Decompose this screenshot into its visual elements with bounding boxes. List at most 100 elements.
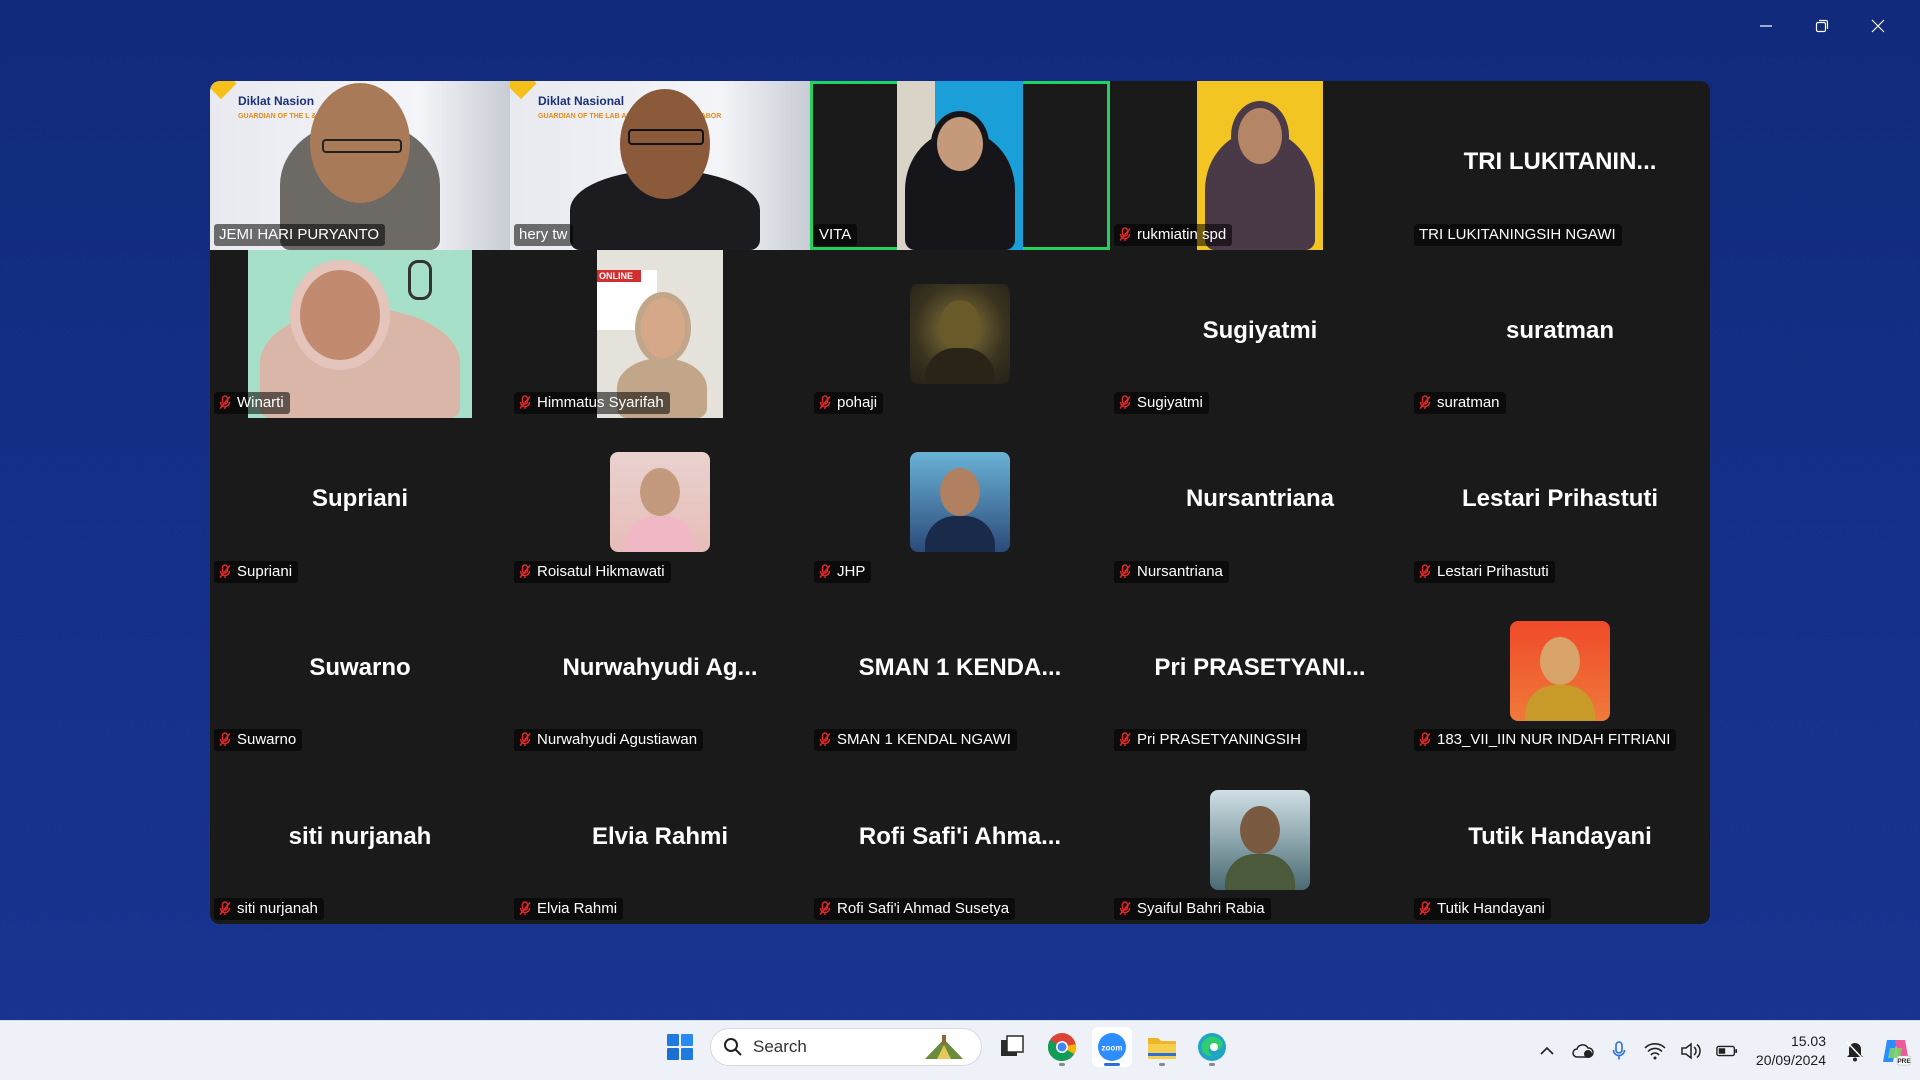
wifi-icon xyxy=(1644,1043,1666,1060)
participant-tile[interactable]: Winarti xyxy=(210,249,510,419)
participant-name-tag: siti nurjanah xyxy=(214,897,324,920)
close-button[interactable] xyxy=(1850,8,1906,44)
participant-name-tag: Sugiyatmi xyxy=(1114,392,1209,415)
microphone-muted-icon xyxy=(1419,395,1431,410)
file-explorer-button[interactable] xyxy=(1142,1027,1182,1067)
participant-name-tag: Supriani xyxy=(214,560,299,583)
participant-name-tag: rukmiatin spd xyxy=(1114,223,1233,246)
participant-tile[interactable]: 183_VII_IIN NUR INDAH FITRIANI xyxy=(1410,586,1710,756)
participant-tile[interactable]: ONLINE Himmatus Syarifah xyxy=(510,249,810,419)
chrome-button[interactable] xyxy=(1042,1027,1082,1067)
participant-name-tag: hery tw xyxy=(514,223,574,246)
participant-name: Roisatul Hikmawati xyxy=(537,562,665,580)
system-tray: 15.03 20/09/2024 PRE xyxy=(1536,1021,1912,1080)
participant-tile[interactable]: pohaji xyxy=(810,249,1110,419)
clock-time: 15.03 xyxy=(1790,1033,1826,1049)
participant-name-tag: VITA xyxy=(814,223,858,246)
microphone-muted-icon xyxy=(519,564,531,578)
window-controls xyxy=(1738,8,1906,44)
participant-display-name: Supriani xyxy=(311,485,408,513)
microphone-muted-icon xyxy=(519,732,531,747)
participant-tile[interactable]: Pri PRASETYANI... Pri PRASETYANINGSIH xyxy=(1110,586,1410,756)
taskbar-search[interactable]: Search xyxy=(710,1028,982,1066)
participant-tile[interactable]: SMAN 1 KENDA... SMAN 1 KENDAL NGAWI xyxy=(810,586,1110,756)
participant-name: 183_VII_IIN NUR INDAH FITRIANI xyxy=(1437,731,1671,749)
close-icon xyxy=(1871,19,1885,33)
start-button[interactable] xyxy=(660,1027,700,1067)
zoom-button[interactable]: zoom xyxy=(1092,1027,1132,1067)
participant-name-tag: Pri PRASETYANINGSIH xyxy=(1114,729,1307,752)
chevron-up-icon xyxy=(1540,1046,1554,1055)
participant-name-tag: Winarti xyxy=(214,392,290,415)
participant-tile[interactable]: Diklat NasionalGUARDIAN OF THE LAB AS & … xyxy=(510,81,810,250)
edge-button[interactable] xyxy=(1192,1027,1232,1067)
participant-display-name: TRI LUKITANIN... xyxy=(1463,148,1657,176)
microphone-button[interactable] xyxy=(1608,1040,1630,1062)
participant-name: Nursantriana xyxy=(1137,562,1223,580)
participant-tile[interactable]: Nursantriana Nursantriana xyxy=(1110,418,1410,587)
participant-display-name: Lestari Prihastuti xyxy=(1461,485,1659,513)
participant-tile[interactable]: Elvia Rahmi Elvia Rahmi xyxy=(510,755,810,924)
participant-tile[interactable]: Sugiyatmi Sugiyatmi xyxy=(1110,249,1410,419)
participant-name: Pri PRASETYANINGSIH xyxy=(1137,731,1301,749)
participant-tile[interactable]: Suwarno Suwarno xyxy=(210,586,510,756)
onedrive-button[interactable] xyxy=(1572,1040,1594,1062)
microphone-muted-icon xyxy=(819,732,831,747)
participant-tile[interactable]: rukmiatin spd xyxy=(1110,81,1410,250)
restore-icon xyxy=(1815,19,1829,33)
participant-name: Elvia Rahmi xyxy=(537,899,618,917)
participant-tile[interactable]: Syaiful Bahri Rabia xyxy=(1110,755,1410,924)
participant-name-tag: Elvia Rahmi xyxy=(514,897,624,920)
microphone-muted-icon xyxy=(1119,226,1131,241)
participant-avatar xyxy=(910,283,1010,384)
task-view-icon xyxy=(1001,1035,1024,1056)
participant-tile[interactable]: siti nurjanah siti nurjanah xyxy=(210,755,510,924)
volume-button[interactable] xyxy=(1680,1040,1702,1062)
battery-icon xyxy=(1716,1045,1738,1057)
participant-display-name: siti nurjanah xyxy=(288,822,432,850)
participant-tile[interactable]: TRI LUKITANIN... TRI LUKITANINGSIH NGAWI xyxy=(1410,81,1710,250)
participant-name: Winarti xyxy=(237,394,284,412)
notifications-button[interactable] xyxy=(1844,1040,1866,1062)
participant-tile[interactable]: Diklat Nasion GUARDIAN OF THE L & ANALISI… xyxy=(210,81,510,250)
running-indicator xyxy=(1209,1063,1215,1066)
restore-button[interactable] xyxy=(1794,8,1850,44)
microphone-muted-icon xyxy=(1119,564,1131,578)
participant-tile[interactable]: Tutik Handayani Tutik Handayani xyxy=(1410,755,1710,924)
participant-tile[interactable]: Nurwahyudi Ag... Nurwahyudi Agustiawan xyxy=(510,586,810,756)
participant-name: TRI LUKITANINGSIH NGAWI xyxy=(1419,225,1616,243)
task-view-button[interactable] xyxy=(992,1027,1032,1067)
participant-name: Sugiyatmi xyxy=(1137,394,1203,412)
participant-tile[interactable]: Lestari Prihastuti Lestari Prihastuti xyxy=(1410,418,1710,587)
search-placeholder: Search xyxy=(753,1037,807,1056)
battery-button[interactable] xyxy=(1716,1040,1738,1062)
chrome-icon xyxy=(1048,1033,1077,1062)
participant-avatar xyxy=(1510,621,1610,722)
participant-name: Himmatus Syarifah xyxy=(537,394,664,412)
show-hidden-icons-button[interactable] xyxy=(1536,1040,1558,1062)
participant-display-name: Sugiyatmi xyxy=(1202,317,1318,345)
participant-tile[interactable]: VITA xyxy=(810,81,1110,250)
wifi-button[interactable] xyxy=(1644,1040,1666,1062)
participant-tile[interactable]: Roisatul Hikmawati xyxy=(510,418,810,587)
taskbar: Search zoom 15.03 20/09/2024 PRE xyxy=(0,1020,1920,1080)
participant-tile[interactable]: JHP xyxy=(810,418,1110,587)
svg-text:PRE: PRE xyxy=(1897,1058,1911,1065)
clock[interactable]: 15.03 20/09/2024 xyxy=(1756,1032,1826,1070)
participant-avatar xyxy=(610,452,710,553)
participant-display-name: Elvia Rahmi xyxy=(591,822,729,850)
participant-name: hery tw xyxy=(519,225,568,243)
participant-name-tag: Rofi Safi'i Ahmad Susetya xyxy=(814,897,1016,920)
participant-tile[interactable]: Supriani Supriani xyxy=(210,418,510,587)
participant-name: suratman xyxy=(1437,394,1500,412)
participant-tile[interactable]: Rofi Safi'i Ahma... Rofi Safi'i Ahmad Sus… xyxy=(810,755,1110,924)
copilot-button[interactable]: PRE xyxy=(1880,1040,1912,1066)
participant-name-tag: Lestari Prihastuti xyxy=(1414,560,1555,583)
participant-name-tag: Nurwahyudi Agustiawan xyxy=(514,729,704,752)
microphone-muted-icon xyxy=(219,732,231,747)
minimize-button[interactable] xyxy=(1738,8,1794,44)
participant-tile[interactable]: suratman suratman xyxy=(1410,249,1710,419)
participant-name: Lestari Prihastuti xyxy=(1437,562,1549,580)
microphone-muted-icon xyxy=(1419,564,1431,578)
minimize-icon xyxy=(1760,25,1772,27)
